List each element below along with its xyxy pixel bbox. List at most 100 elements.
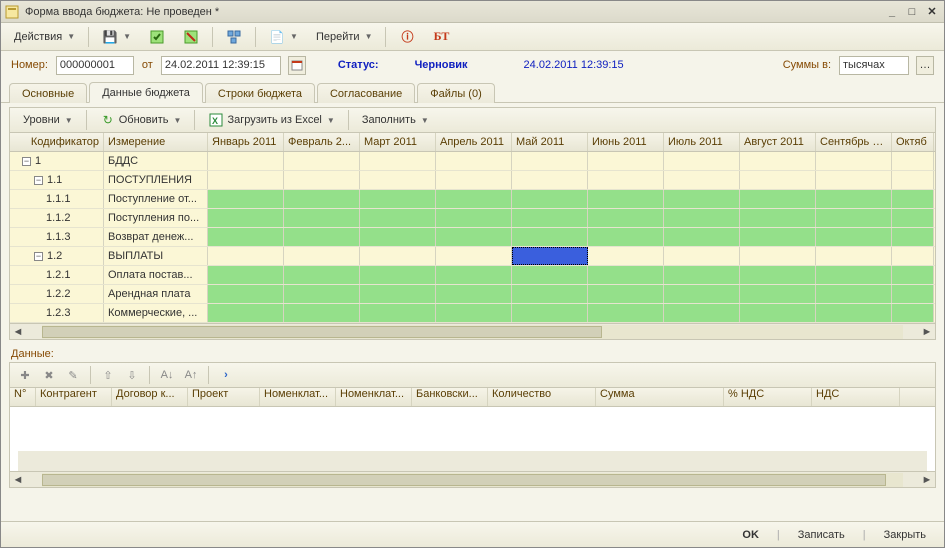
cell-month[interactable] [512,152,588,170]
table-row[interactable]: −1.1ПОСТУПЛЕНИЯ [10,171,935,190]
col-feb[interactable]: Февраль 2... [284,133,360,151]
table-row[interactable]: 1.2.2Арендная плата [10,285,935,304]
actions-menu[interactable]: Действия▼ [7,26,82,48]
cell-month[interactable] [740,228,816,246]
cell-month[interactable] [360,228,436,246]
cell-month[interactable] [208,171,284,189]
cell-month[interactable] [512,247,588,265]
date-input[interactable] [161,56,281,75]
cell-month[interactable] [208,152,284,170]
sort-asc-icon[interactable]: A↓ [156,365,178,385]
cell-code[interactable]: 1.2.2 [10,285,104,303]
move-down-icon[interactable]: ⇩ [121,365,143,385]
cell-month[interactable] [816,209,892,227]
cell-month[interactable] [360,304,436,322]
cell-month[interactable] [740,190,816,208]
levels-menu[interactable]: Уровни▼ [16,109,80,131]
cell-month[interactable] [588,304,664,322]
delete-row-icon[interactable]: ✖ [38,365,60,385]
calendar-button[interactable] [288,56,306,75]
detail-hscroll[interactable]: ◄ ► [10,471,935,487]
cell-month[interactable] [436,247,512,265]
post-icon[interactable] [142,26,172,48]
scroll-left-icon[interactable]: ◄ [10,325,26,339]
cell-month[interactable] [284,266,360,284]
cell-month[interactable] [892,190,934,208]
cell-month[interactable] [740,152,816,170]
tab-budget-lines[interactable]: Строки бюджета [205,83,315,103]
cell-month[interactable] [360,152,436,170]
cell-month[interactable] [740,266,816,284]
cell-month[interactable] [816,266,892,284]
col-jan[interactable]: Январь 2011 [208,133,284,151]
cell-month[interactable] [284,171,360,189]
cell-code[interactable]: 1.1.1 [10,190,104,208]
help-icon[interactable]: ⓘ [392,26,422,48]
cell-code[interactable]: 1.1.2 [10,209,104,227]
cell-month[interactable] [436,152,512,170]
cell-month[interactable] [664,152,740,170]
load-excel-button[interactable]: XЗагрузить из Excel▼ [201,109,341,131]
scroll-left-icon[interactable]: ◄ [10,473,26,487]
cell-dimension[interactable]: Возврат денеж... [104,228,208,246]
tab-approval[interactable]: Согласование [317,83,415,103]
cell-month[interactable] [816,285,892,303]
collapse-icon[interactable]: − [22,157,31,166]
cell-month[interactable] [588,266,664,284]
cell-month[interactable] [740,285,816,303]
table-row[interactable]: −1БДДС [10,152,935,171]
close-button[interactable]: ✕ [924,5,940,19]
fill-menu[interactable]: Заполнить▼ [355,109,436,131]
cell-month[interactable] [284,285,360,303]
table-row[interactable]: 1.2.1Оплата постав... [10,266,935,285]
cell-code[interactable]: −1.2 [10,247,104,265]
cell-month[interactable] [512,171,588,189]
dcol-n[interactable]: N° [10,388,36,406]
cell-month[interactable] [512,228,588,246]
dcol-sum[interactable]: Сумма [596,388,724,406]
cell-month[interactable] [588,228,664,246]
cell-month[interactable] [512,190,588,208]
cell-month[interactable] [360,209,436,227]
cell-code[interactable]: 1.2.1 [10,266,104,284]
cell-month[interactable] [892,171,934,189]
cell-month[interactable] [512,209,588,227]
tab-main[interactable]: Основные [9,83,87,103]
grid-body[interactable]: −1БДДС−1.1ПОСТУПЛЕНИЯ1.1.1Поступление от… [10,152,935,323]
cell-month[interactable] [588,285,664,303]
cell-month[interactable] [436,171,512,189]
cell-month[interactable] [664,304,740,322]
unpost-icon[interactable] [176,26,206,48]
cell-month[interactable] [664,266,740,284]
cell-month[interactable] [664,228,740,246]
cell-month[interactable] [740,209,816,227]
cell-month[interactable] [208,266,284,284]
dcol-bank[interactable]: Банковски... [412,388,488,406]
col-sep[interactable]: Сентябрь 2... [816,133,892,151]
dcol-qty[interactable]: Количество [488,388,596,406]
cell-dimension[interactable]: Арендная плата [104,285,208,303]
table-row[interactable]: 1.1.3Возврат денеж... [10,228,935,247]
edit-row-icon[interactable]: ✎ [62,365,84,385]
cell-month[interactable] [892,304,934,322]
scroll-thumb[interactable] [42,474,886,486]
cell-month[interactable] [436,209,512,227]
report-icon[interactable]: 📄▼ [262,26,305,48]
col-jul[interactable]: Июль 2011 [664,133,740,151]
col-mar[interactable]: Март 2011 [360,133,436,151]
table-row[interactable]: −1.2ВЫПЛАТЫ [10,247,935,266]
grid-hscroll[interactable]: ◄ ► [10,323,935,339]
scroll-thumb[interactable] [42,326,602,338]
add-row-icon[interactable]: ✚ [14,365,36,385]
minimize-button[interactable]: _ [884,5,900,19]
sums-picker[interactable]: … [916,56,934,75]
structure-icon[interactable] [219,26,249,48]
cell-month[interactable] [588,209,664,227]
cell-dimension[interactable]: Коммерческие, ... [104,304,208,322]
cell-month[interactable] [284,209,360,227]
cell-month[interactable] [284,247,360,265]
cell-month[interactable] [208,190,284,208]
cell-month[interactable] [436,304,512,322]
cell-month[interactable] [892,266,934,284]
dcol-nomenclature2[interactable]: Номенклат... [336,388,412,406]
